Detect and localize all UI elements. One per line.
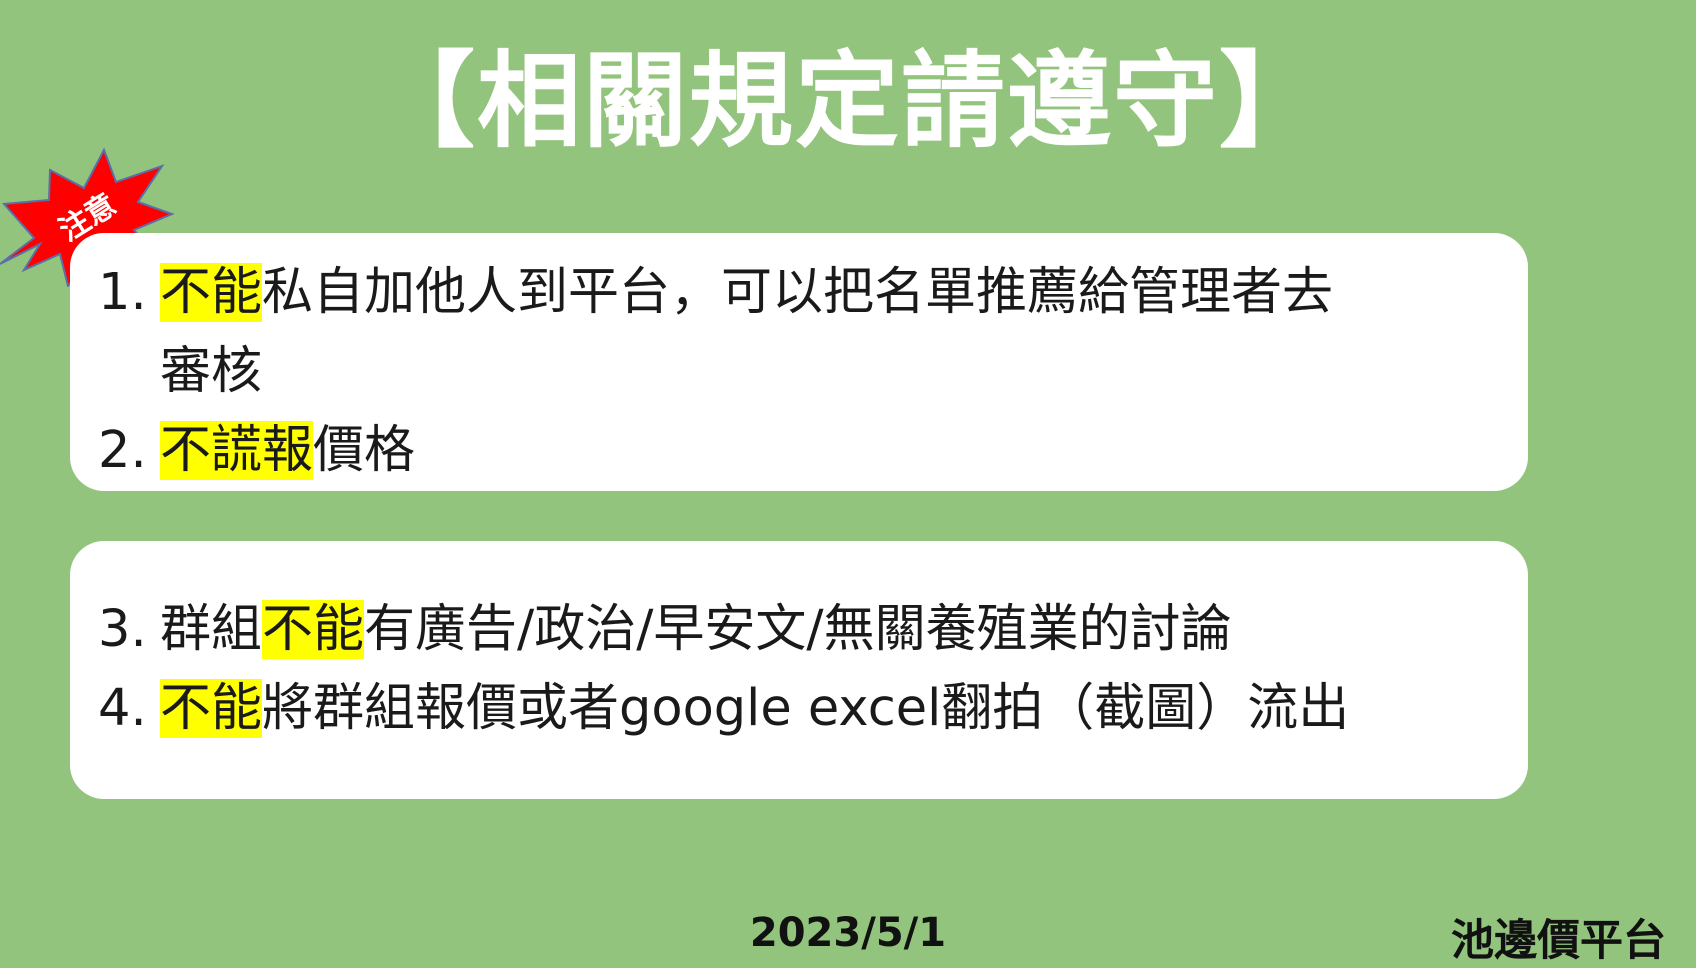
rule-item-4: 4. 不能將群組報價或者google excel翻拍（截圖）流出: [98, 669, 1528, 748]
rule-item-1: 1. 不能私自加他人到平台，可以把名單推薦給管理者去 審核: [98, 253, 1528, 411]
rules-card-2: 3. 群組不能有廣告/政治/早安文/無關養殖業的討論 4. 不能將群組報價或者g…: [70, 541, 1528, 799]
page-title: 【相關規定請遵守】: [370, 40, 1325, 162]
rule-item-3: 3. 群組不能有廣告/政治/早安文/無關養殖業的討論: [98, 590, 1528, 669]
rule-item-2: 2. 不謊報價格: [98, 411, 1528, 490]
rules-card-1: 1. 不能私自加他人到平台，可以把名單推薦給管理者去 審核 2. 不謊報價格: [70, 233, 1528, 491]
slide: 【相關規定請遵守】 注意 1. 不能私自加他人到平台，可以把名單推薦給管理者去 …: [0, 0, 1696, 966]
rule-number: 2.: [98, 421, 147, 480]
highlight-text: 不能: [160, 679, 263, 738]
highlight-text: 不能: [262, 600, 365, 659]
footer-brand: 池邊價平台: [1451, 916, 1666, 966]
rule-text: 價格: [313, 421, 416, 480]
rule-text-prefix: 群組: [160, 600, 263, 659]
rule-number: 3.: [98, 600, 147, 659]
rule-text-continued: 審核: [160, 342, 263, 401]
rule-text: 私自加他人到平台，可以把名單推薦給管理者去: [262, 263, 1334, 322]
rule-text: 將群組報價或者google excel翻拍（截圖）流出: [262, 679, 1350, 738]
rule-number: 1.: [98, 263, 147, 322]
rule-number: 4.: [98, 679, 147, 738]
footer-date: 2023/5/1: [749, 910, 947, 956]
rule-text: 有廣告/政治/早安文/無關養殖業的討論: [364, 600, 1232, 659]
highlight-text: 不謊報: [160, 421, 314, 480]
highlight-text: 不能: [160, 263, 263, 322]
